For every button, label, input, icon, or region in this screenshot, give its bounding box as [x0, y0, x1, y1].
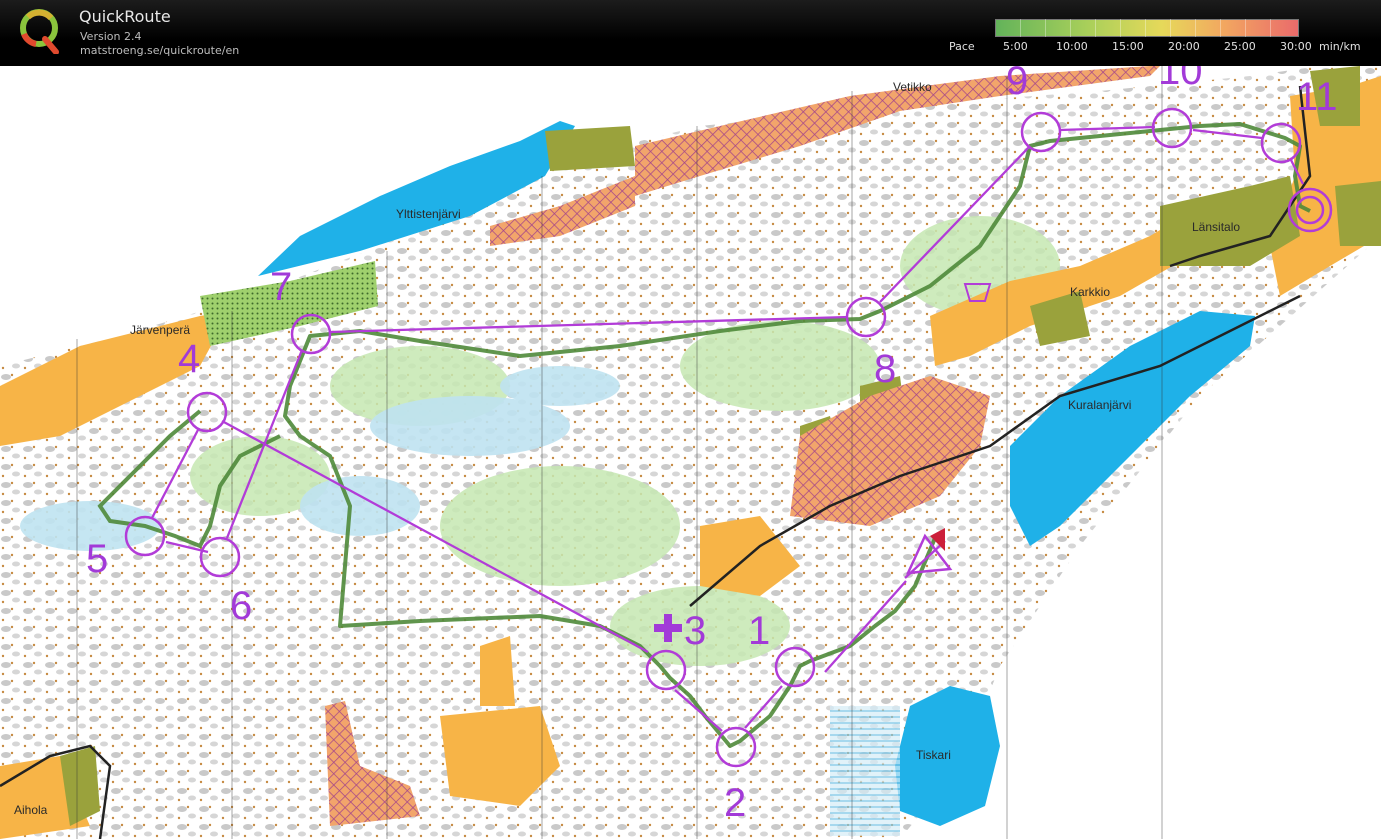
pace-tick-label: 30:00	[1280, 40, 1312, 53]
pace-tick-label: 5:00	[1003, 40, 1028, 53]
control-number: 8	[874, 347, 896, 391]
quickroute-logo	[20, 9, 59, 54]
control-number: 5	[86, 537, 108, 581]
place-name: Järvenperä	[130, 323, 190, 337]
control-number: 1	[748, 609, 770, 653]
control-number: 7	[270, 265, 292, 309]
control-number: 6	[230, 584, 252, 628]
place-name: Kuralanjärvi	[1068, 398, 1131, 412]
pace-ticks	[995, 19, 1297, 37]
app-header: QuickRoute Version 2.4 matstroeng.se/qui…	[0, 0, 1381, 67]
pace-unit: min/km	[1319, 40, 1361, 53]
place-name: Aihola	[14, 803, 48, 817]
app-version: Version 2.4	[80, 30, 142, 43]
pace-label: Pace	[949, 40, 975, 53]
control-number: 3	[684, 609, 706, 653]
place-name: Länsitalo	[1192, 220, 1240, 234]
place-name: Ylttistenjärvi	[396, 207, 461, 221]
control-number: 2	[724, 781, 746, 825]
control-number: 10	[1158, 66, 1203, 93]
control-number: 4	[178, 337, 200, 381]
place-name: Vetikko	[893, 80, 932, 94]
pace-tick-label: 20:00	[1168, 40, 1200, 53]
pace-tick-label: 25:00	[1224, 40, 1256, 53]
place-name: Karkkio	[1070, 285, 1110, 299]
app-url[interactable]: matstroeng.se/quickroute/en	[80, 44, 239, 57]
control-number: 9	[1006, 66, 1028, 103]
marsh-tiskari	[830, 706, 900, 836]
control-number: 11	[1296, 75, 1338, 119]
orienteering-map[interactable]: 1 2 3 4 5 6 7 8 9 10 11 Ylttistenjärvi J…	[0, 66, 1381, 839]
place-name: Tiskari	[916, 748, 951, 762]
pace-tick-label: 15:00	[1112, 40, 1144, 53]
app-title: QuickRoute	[79, 7, 171, 26]
pace-tick-label: 10:00	[1056, 40, 1088, 53]
